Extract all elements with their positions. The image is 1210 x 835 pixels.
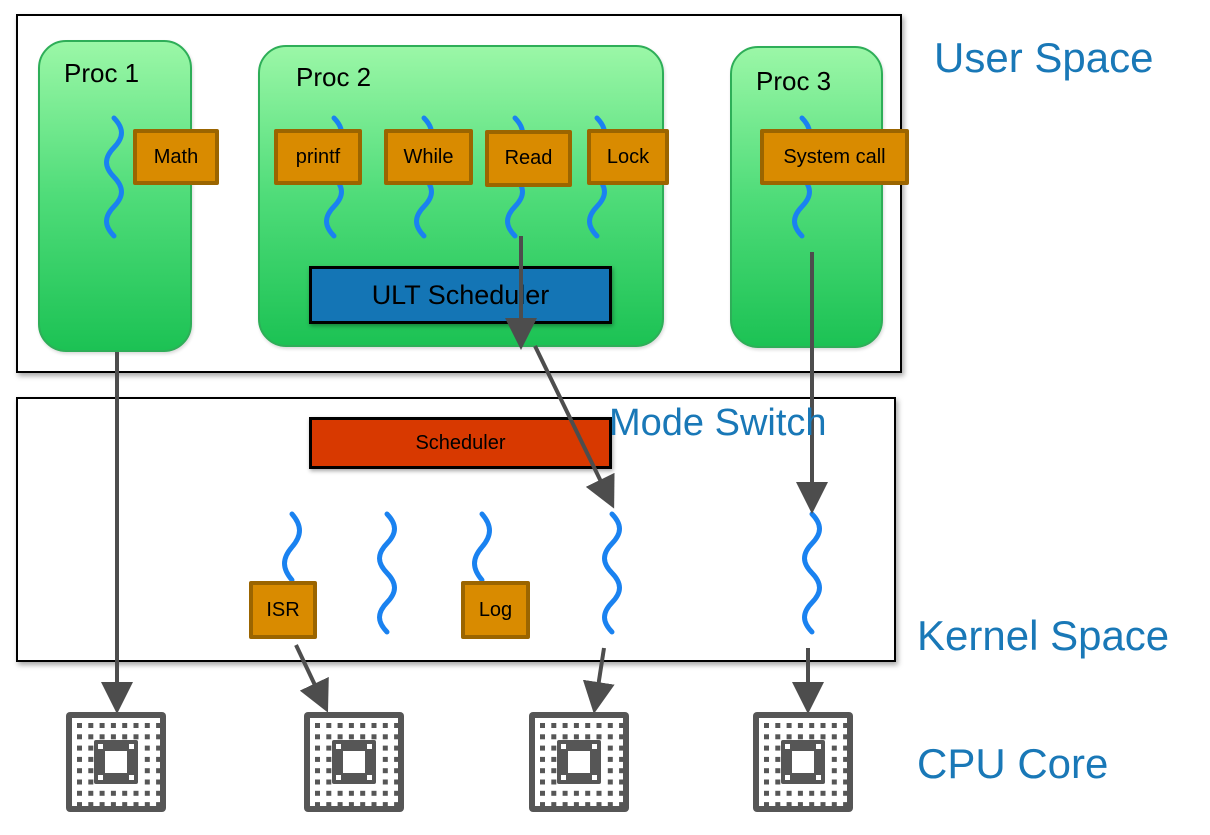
thread-kernel-syscall [802,511,822,635]
task-log: Log [461,581,530,639]
task-system-call: System call [760,129,909,185]
task-system-call-label: System call [783,145,886,168]
task-math: Math [133,129,219,185]
thread-proc1 [104,115,124,239]
arrow-isr-to-cpu2 [294,644,329,713]
user-space-label: User Space [934,34,1154,81]
task-read-label: Read [504,147,553,169]
task-isr: ISR [249,581,317,639]
cpu-core-4 [751,710,855,814]
thread-kernel-2 [377,511,397,635]
task-math-label: Math [153,145,199,168]
task-while: While [384,129,473,185]
kernel-space-label: Kernel Space [917,612,1170,659]
cpu-core-2 [302,710,406,814]
thread-kernel-isr [282,511,302,583]
task-printf: printf [274,129,362,185]
cpu-chip-icon [753,712,853,812]
task-while-label: While [403,145,454,168]
task-printf-label: printf [295,145,341,168]
task-lock: Lock [587,129,669,185]
thread-kernel-log [472,511,492,583]
task-read: Read [485,130,572,187]
task-isr-label: ISR [266,598,300,621]
cpu-core-3 [527,710,631,814]
cpu-core-label: CPU Core [917,740,1109,787]
mode-switch-label: Mode Switch [609,402,827,444]
cpu-chip-icon [304,712,404,812]
cpu-chip-icon [66,712,166,812]
task-lock-label: Lock [606,145,650,168]
arrow-kernel-to-cpu3 [582,647,615,714]
cpu-chip-icon [529,712,629,812]
task-log-label: Log [478,598,513,621]
thread-kernel-read [602,511,622,635]
cpu-core-1 [64,710,168,814]
arrow-ult-to-kernel [533,345,615,509]
